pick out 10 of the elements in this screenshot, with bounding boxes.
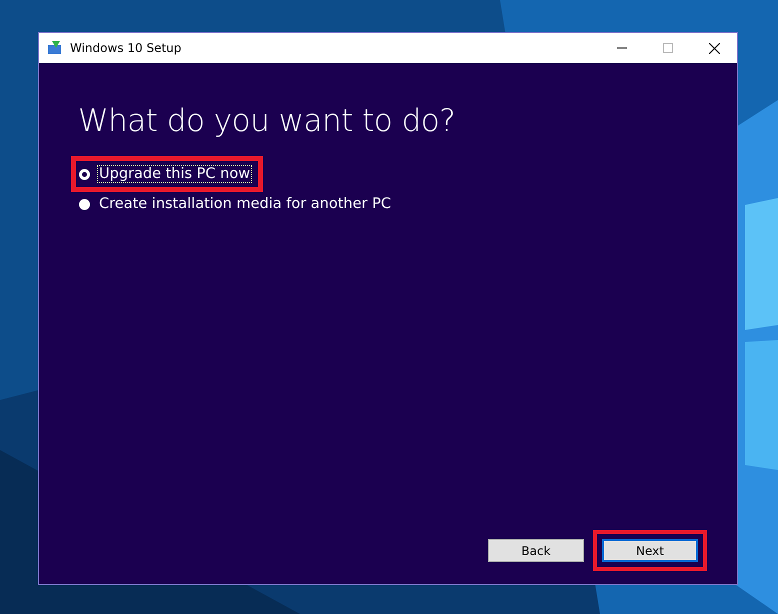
app-icon — [47, 40, 63, 56]
radio-button[interactable] — [79, 168, 90, 180]
window-title: Windows 10 Setup — [70, 41, 182, 55]
maximize-icon — [663, 43, 673, 53]
page-heading: What do you want to do? — [78, 103, 456, 139]
wizard-button[interactable]: Back — [488, 539, 584, 562]
wizard-button[interactable]: Next — [602, 539, 698, 562]
radio-option[interactable]: Create installation media for another PC — [79, 195, 393, 213]
radio-button[interactable] — [79, 198, 90, 210]
close-icon — [708, 42, 720, 54]
